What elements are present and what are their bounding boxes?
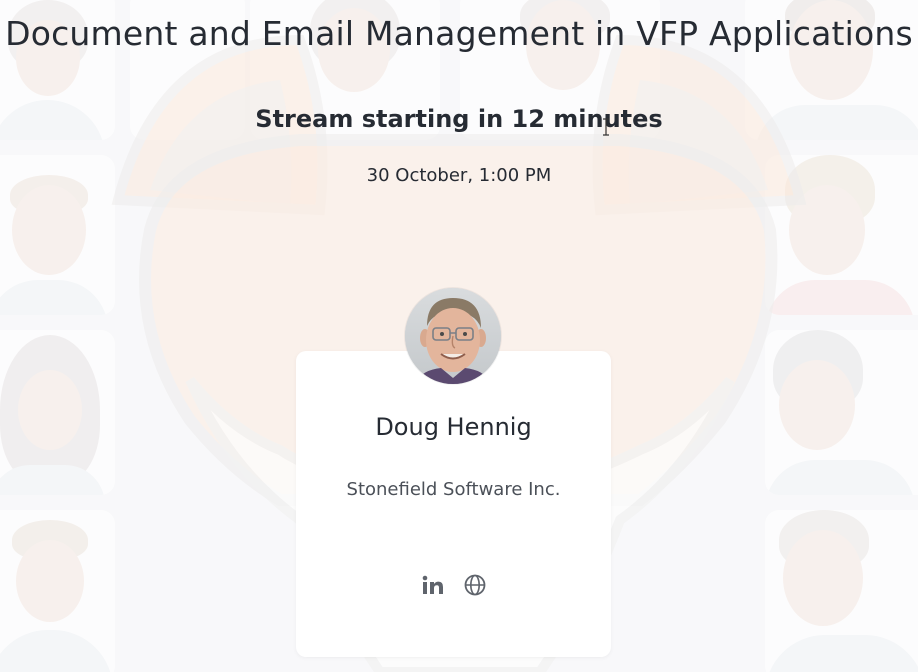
speaker-card (296, 351, 611, 657)
speaker-name: Doug Hennig (375, 413, 532, 441)
globe-icon (464, 574, 486, 596)
website-link[interactable] (462, 572, 488, 598)
event-title: Document and Email Management in VFP App… (5, 14, 913, 53)
speaker-company: Stonefield Software Inc. (346, 479, 561, 500)
speaker-photo (405, 288, 501, 384)
linkedin-icon (422, 575, 443, 594)
text-cursor-icon (603, 118, 609, 136)
linkedin-link[interactable] (420, 572, 446, 598)
stream-countdown: Stream starting in 12 minutes (255, 105, 663, 133)
event-datetime: 30 October, 1:00 PM (366, 165, 552, 186)
speaker-avatar (405, 288, 501, 384)
speaker-links (420, 572, 488, 598)
